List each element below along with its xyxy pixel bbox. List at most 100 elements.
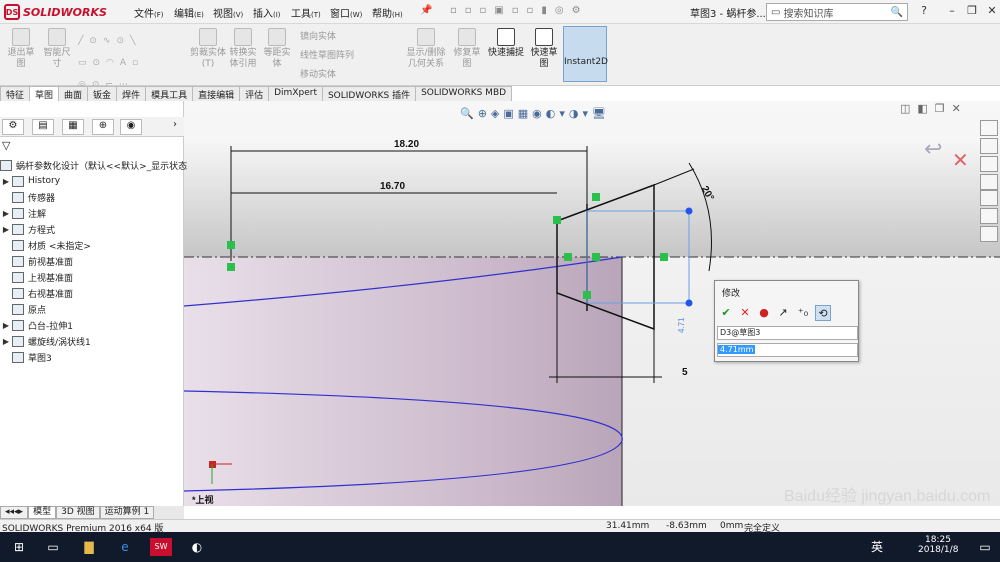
exit-sketch-button[interactable]: 退出草图 [4, 28, 38, 84]
windows-start-icon[interactable]: ⊞ [10, 538, 28, 556]
minimize-icon[interactable]: – [944, 4, 960, 20]
tree-root[interactable]: 蜗杆参数化设计（默认<<默认>_显示状态 [0, 157, 187, 173]
home-icon[interactable] [980, 120, 998, 136]
menu-file[interactable]: 文件(F) [134, 5, 164, 20]
display-manager-icon[interactable]: ◉ [120, 119, 142, 135]
menu-view[interactable]: 视图(V) [213, 5, 243, 20]
tab-sheet-metal[interactable]: 钣金 [87, 86, 118, 101]
tree-item-annotations[interactable]: ▶ 注解 [0, 205, 46, 221]
repair-sketch-button[interactable]: 修复草图 [450, 28, 484, 84]
tree-item-equations[interactable]: ▶ 方程式 [0, 221, 55, 237]
tree-item-helix[interactable]: ▶ 螺旋线/涡状线1 [0, 333, 91, 349]
menu-tools[interactable]: 工具(T) [291, 5, 321, 20]
tab-mold-tools[interactable]: 模具工具 [145, 86, 194, 101]
mark-dim-icon[interactable]: ⁺₀ [795, 305, 811, 321]
filter-icon[interactable]: ▽ [2, 139, 10, 152]
instant2d-button[interactable]: Instant2D [563, 26, 608, 82]
tree-item-origin[interactable]: 原点 [0, 301, 46, 317]
parts-icon[interactable] [980, 138, 998, 154]
search-input[interactable]: ▭ 搜索知识库 🔍 [766, 3, 908, 21]
appearance-icon[interactable] [980, 190, 998, 206]
relations-button[interactable]: 显示/删除几何关系 [404, 28, 448, 84]
smart-dimension-button[interactable]: 智能尺寸 [40, 28, 74, 84]
sketch-tool-icons[interactable]: ╱⊙∿⊙╲ ▭⊙◠A▫ ◎⊙⌐⋯ [78, 28, 188, 90]
mirror-button[interactable]: 镜向实体 [300, 28, 400, 47]
tab-dimxpert[interactable]: DimXpert [268, 86, 323, 101]
solidworks-task-icon[interactable]: SW [150, 538, 172, 556]
viewport-window-controls[interactable]: ◫◧❐✕ [900, 102, 968, 115]
handle-1[interactable] [685, 207, 693, 215]
task-view-icon[interactable]: ▭ [44, 538, 62, 556]
properties-icon[interactable] [980, 208, 998, 224]
chevron-right-icon[interactable]: › [164, 119, 186, 135]
cancel-corner-icon[interactable]: ✕ [952, 148, 969, 172]
convert-button[interactable]: 转换实体引用 [226, 28, 260, 84]
relation-marker[interactable] [592, 253, 600, 261]
close-icon[interactable]: ✕ [984, 4, 1000, 20]
help-icon[interactable]: ? [916, 4, 932, 20]
relation-marker[interactable] [227, 263, 235, 271]
config-manager-icon[interactable]: ▦ [62, 119, 84, 135]
relation-marker[interactable] [592, 193, 600, 201]
feature-tree-icon[interactable]: ⚙ [2, 119, 24, 135]
nav-arrows[interactable]: ◂◂◂▸ [0, 506, 29, 519]
dimension-value-field[interactable]: 4.71mm [717, 343, 858, 357]
tab-addins[interactable]: SOLIDWORKS 插件 [321, 86, 417, 101]
tree-item-material[interactable]: 材质 <未指定> [0, 237, 91, 253]
cancel-icon[interactable]: ✕ [737, 305, 753, 321]
relation-marker[interactable] [660, 253, 668, 261]
tree-item-front-plane[interactable]: 前视基准面 [0, 253, 73, 269]
dimension-name-field[interactable]: D3@草图3 [717, 326, 858, 340]
menu-help[interactable]: 帮助(H) [372, 5, 403, 20]
quick-access-icons[interactable]: ▫▫▫▣▫▫▮◎⚙ [450, 5, 589, 16]
tab-surfaces[interactable]: 曲面 [58, 86, 89, 101]
tab-model[interactable]: 模型 [28, 506, 57, 519]
menu-insert[interactable]: 插入(I) [253, 5, 281, 20]
restore-icon[interactable]: ❐ [964, 4, 980, 20]
pin-icon[interactable]: 📌 [420, 5, 432, 16]
spin-wheel-icon[interactable]: ⟲ [815, 305, 831, 321]
relation-marker[interactable] [553, 216, 561, 224]
file-explorer-icon[interactable]: ▇ [80, 538, 98, 556]
tree-item-right-plane[interactable]: 右视基准面 [0, 285, 73, 301]
property-manager-icon[interactable]: ▤ [32, 119, 54, 135]
tab-motion-study[interactable]: 运动算例 1 [99, 506, 155, 519]
dimxpert-icon[interactable]: ⊕ [92, 119, 114, 135]
move-button[interactable]: 移动实体 [300, 66, 400, 85]
handle-2[interactable] [685, 299, 693, 307]
tree-item-top-plane[interactable]: 上视基准面 [0, 269, 73, 285]
forum-icon[interactable] [980, 226, 998, 242]
tree-item-sensors[interactable]: 传感器 [0, 189, 55, 205]
offset-button[interactable]: 等距实体 [260, 28, 294, 84]
tree-item-sketch3[interactable]: 草图3 [0, 349, 52, 365]
tab-weldments[interactable]: 焊件 [116, 86, 147, 101]
view-palette-icon[interactable] [980, 174, 998, 190]
app-task-icon[interactable]: ◐ [188, 538, 206, 556]
tab-3d-view[interactable]: 3D 视图 [56, 506, 100, 519]
clock[interactable]: 18:25 2018/1/8 [918, 535, 958, 555]
sketch-canvas[interactable]: 18.20 16.70 20° 5 4.71 *上视 ↩ ✕ 🔍⊕◈▣▦◉◐▾◑… [184, 101, 1000, 506]
dim-d1[interactable]: 18.20 [394, 139, 419, 150]
dim-d2[interactable]: 16.70 [380, 181, 405, 192]
tab-direct-edit[interactable]: 直接编辑 [192, 86, 241, 101]
rebuild-icon[interactable]: ● [756, 305, 772, 321]
tree-item-history[interactable]: ▶ History [0, 173, 60, 189]
tab-sketch[interactable]: 草图 [29, 86, 60, 101]
ime-lang-icon[interactable]: 英 [868, 538, 886, 556]
menu-window[interactable]: 窗口(W) [330, 5, 362, 20]
dim-vertical[interactable]: 4.71 [677, 317, 686, 333]
quick-sketch-button[interactable]: 快速草图 [528, 28, 560, 84]
tab-mbd[interactable]: SOLIDWORKS MBD [415, 86, 513, 101]
tab-evaluate[interactable]: 评估 [239, 86, 270, 101]
ok-icon[interactable]: ✔ [718, 305, 734, 321]
mirror-group[interactable]: 镜向实体 线性草图阵列 移动实体 [300, 28, 400, 84]
relation-marker[interactable] [583, 291, 591, 299]
edge-icon[interactable]: e [116, 538, 134, 556]
menu-edit[interactable]: 编辑(E) [174, 5, 204, 20]
dim-d5[interactable]: 5 [682, 367, 688, 378]
folder-icon[interactable] [980, 156, 998, 172]
heads-up-toolbar[interactable]: 🔍⊕◈▣▦◉◐▾◑▾🖥 [460, 106, 610, 120]
linear-pattern-button[interactable]: 线性草图阵列 [300, 47, 400, 66]
trim-button[interactable]: 剪裁实体(T) [190, 28, 226, 84]
relation-marker[interactable] [227, 241, 235, 249]
